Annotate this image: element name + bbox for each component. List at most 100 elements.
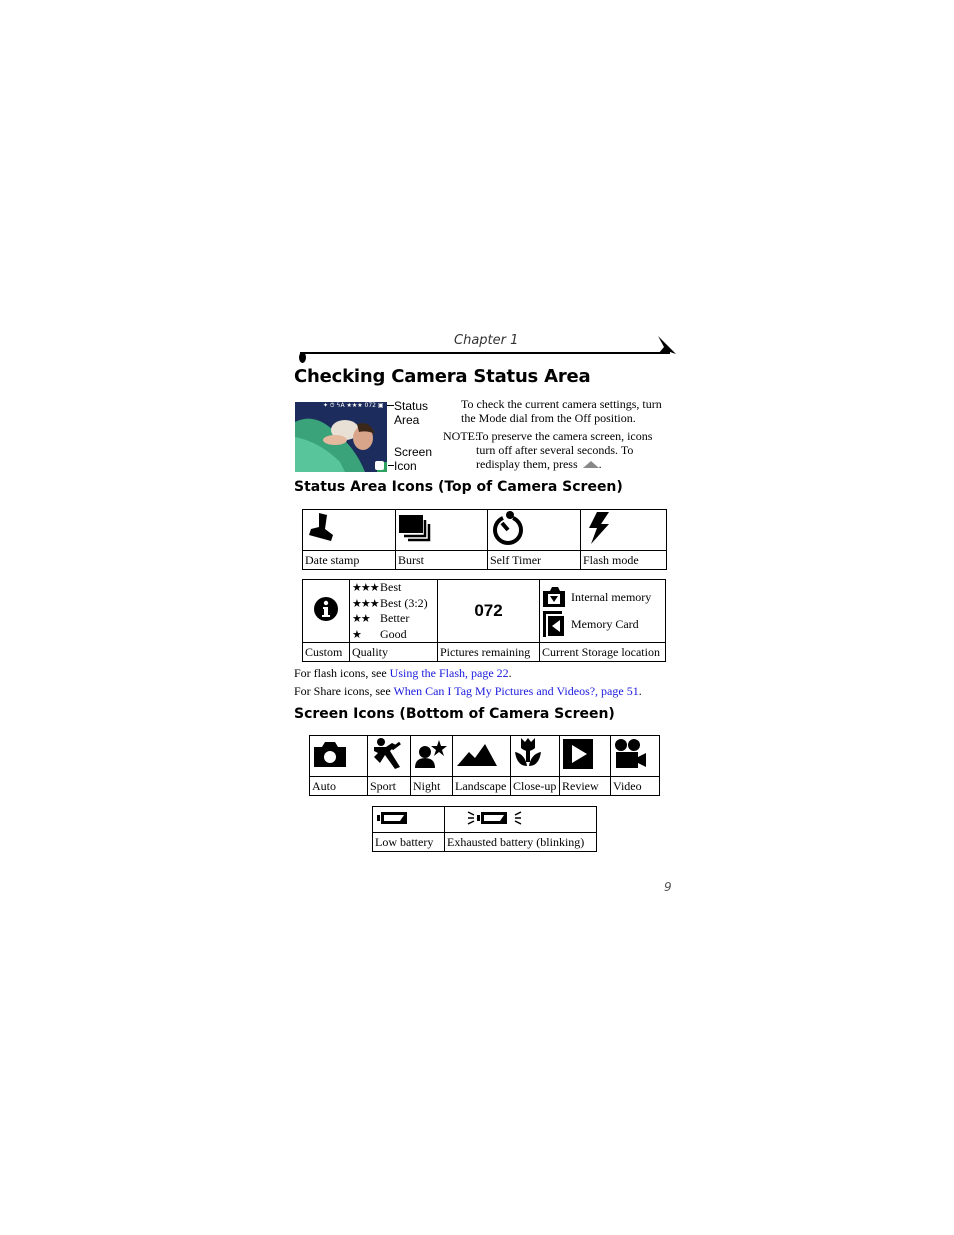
sleeping-child-photo (295, 402, 387, 472)
icon-cell (559, 735, 611, 777)
label-auto: Auto (309, 776, 368, 796)
stars-icon: ★ (352, 628, 362, 641)
text-line: redisplay them, press (476, 457, 578, 471)
label-exhausted-battery: Exhausted battery (blinking) (444, 832, 597, 852)
burst-icon (399, 515, 431, 542)
label-low-battery: Low battery (372, 832, 445, 852)
quality-option: Better (380, 611, 410, 625)
ref-text: For Share icons, see (294, 684, 394, 698)
status-area-heading: Status Area Icons (Top of Camera Screen) (294, 479, 623, 495)
page-title: Checking Camera Status Area (294, 366, 591, 387)
icon-cell (444, 806, 597, 833)
label-pictures-remaining: Pictures remaining (437, 642, 540, 662)
memory-card-icon (543, 611, 564, 637)
icon-cell (487, 509, 581, 551)
storage-option: Memory Card (571, 616, 639, 631)
share-icons-reference: For Share icons, see When Can I Tag My P… (294, 684, 642, 698)
text-line: the Mode dial from the Off position. (461, 411, 636, 425)
label-review: Review (559, 776, 611, 796)
label-custom: Custom (302, 642, 350, 662)
close-up-icon (515, 738, 541, 766)
storage-option: Internal memory (571, 589, 652, 604)
label-close-up: Close-up (510, 776, 560, 796)
camera-screen-image: ✦ ⏱ ϟA ★★★ 072 ▣ (295, 402, 387, 472)
icon-cell (510, 735, 560, 777)
label-night: Night (410, 776, 453, 796)
using-flash-link[interactable]: Using the Flash, page 22 (390, 666, 509, 680)
stars-icon: ★★ (352, 613, 371, 625)
night-icon (415, 740, 447, 768)
low-battery-icon (377, 811, 407, 824)
stars-icon: ★★★ (352, 597, 380, 610)
icon-cell (372, 806, 445, 833)
text-line: turn off after several seconds. To (476, 443, 634, 457)
date-stamp-icon (309, 513, 333, 541)
icon-cell (367, 735, 411, 777)
status-icons-table-1: Date stamp Burst Self Timer Flash mode (302, 509, 667, 570)
label-self-timer: Self Timer (487, 550, 581, 570)
self-timer-icon (493, 511, 523, 545)
label-flash-mode: Flash mode (580, 550, 667, 570)
icon-cell (610, 735, 660, 777)
header-rule-arrow-icon (658, 336, 676, 354)
review-icon (563, 739, 593, 769)
callout-text: Status (394, 399, 429, 413)
status-area-callout: Status Area (394, 399, 428, 427)
icon-cell (302, 579, 350, 643)
icon-cell (302, 509, 396, 551)
overlay-screen-icon (375, 461, 384, 470)
ref-punct: . (638, 684, 642, 698)
text-punct: . (598, 457, 602, 471)
callout-text: Icon (394, 459, 417, 473)
sport-icon (374, 738, 401, 769)
callout-line (387, 405, 394, 406)
page-number: 9 (664, 880, 672, 894)
info-icon (314, 597, 338, 621)
label-video: Video (610, 776, 660, 796)
note-text: To preserve the camera screen, icons tur… (476, 429, 652, 471)
icon-cell (309, 735, 368, 777)
internal-memory-icon (543, 587, 565, 607)
flash-icon (589, 512, 609, 544)
callout-text: Screen (394, 445, 433, 459)
icon-cell (410, 735, 453, 777)
up-arrow-button-icon (582, 461, 599, 468)
video-icon (615, 739, 646, 768)
pictures-remaining-value: 072 (437, 579, 540, 643)
storage-cell: Internal memory Memory Card (539, 579, 666, 643)
battery-icons-table: Low battery Exhausted battery (blinking) (372, 806, 597, 852)
screen-icons-table: Auto Sport Night Landscape Close-up Revi… (309, 735, 660, 796)
quality-option: Best (380, 580, 402, 594)
screen-icon-callout: Screen Icon (394, 445, 432, 473)
quality-cell: ★★★Best ★★★Best (3:2) ★★ Better ★ Good (349, 579, 438, 643)
quality-option: Best (3:2) (380, 595, 428, 610)
label-storage-location: Current Storage location (539, 642, 666, 662)
header-rule (300, 352, 670, 354)
icon-cell (452, 735, 511, 777)
text-line: To check the current camera settings, tu… (461, 397, 662, 411)
landscape-icon (457, 744, 497, 766)
camera-icon (314, 742, 346, 767)
tag-pictures-link[interactable]: When Can I Tag My Pictures and Videos?, … (393, 684, 638, 698)
icon-cell (395, 509, 488, 551)
label-burst: Burst (395, 550, 488, 570)
chapter-label: Chapter 1 (454, 333, 519, 348)
note-label: NOTE: (443, 429, 479, 443)
stars-icon: ★★★ (352, 582, 380, 594)
quality-option: Good (380, 626, 407, 641)
label-sport: Sport (367, 776, 411, 796)
callout-text: Area (394, 413, 420, 427)
ref-punct: . (508, 666, 512, 680)
intro-paragraph: To check the current camera settings, tu… (461, 397, 662, 425)
label-landscape: Landscape (452, 776, 511, 796)
flash-icons-reference: For flash icons, see Using the Flash, pa… (294, 666, 512, 680)
header-rule-dot (299, 352, 306, 363)
overlay-status-area: ✦ ⏱ ϟA ★★★ 072 ▣ (323, 402, 384, 409)
text-line: To preserve the camera screen, icons (476, 429, 653, 443)
exhausted-battery-icon (467, 810, 522, 825)
status-icons-table-2: ★★★Best ★★★Best (3:2) ★★ Better ★ Good 072… (302, 579, 666, 662)
icon-cell (580, 509, 667, 551)
label-date-stamp: Date stamp (302, 550, 396, 570)
label-quality: Quality (349, 642, 438, 662)
ref-text: For flash icons, see (294, 666, 390, 680)
